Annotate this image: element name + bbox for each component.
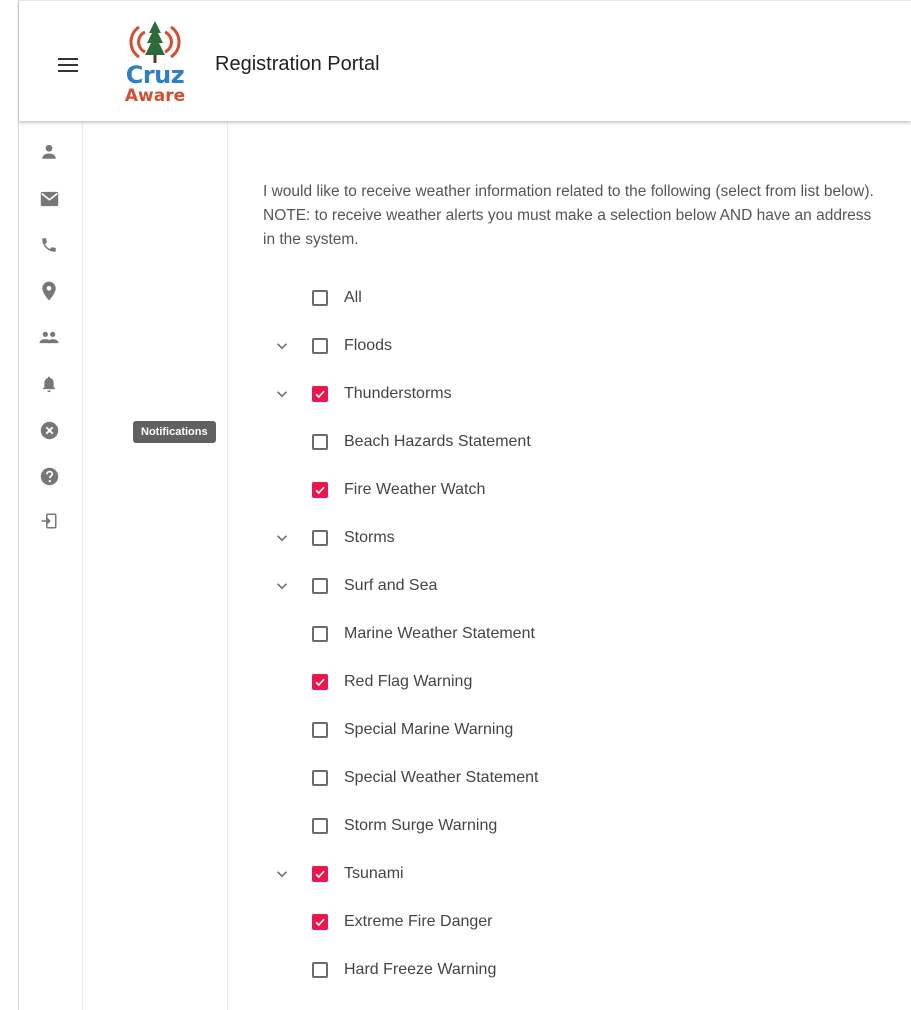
- weather-option[interactable]: Tsunami: [312, 862, 404, 886]
- weather-option-label: Special Weather Statement: [344, 769, 539, 786]
- weather-option[interactable]: Storms: [312, 526, 395, 550]
- weather-option-label: Hard Freeze Warning: [344, 961, 497, 978]
- weather-intro-text: I would like to receive weather informat…: [263, 183, 874, 248]
- check-icon: [315, 486, 325, 495]
- check-icon: [315, 678, 325, 687]
- chevron-down-icon[interactable]: [273, 385, 291, 403]
- mail-icon[interactable]: [36, 186, 62, 212]
- menu-icon[interactable]: [58, 56, 80, 72]
- weather-option-label: Extreme Fire Danger: [344, 913, 493, 930]
- checkbox-unchecked[interactable]: [312, 770, 328, 786]
- cruz-aware-logo: Cruz Aware: [115, 19, 195, 109]
- checkbox-unchecked[interactable]: [312, 722, 328, 738]
- weather-option[interactable]: Red Flag Warning: [312, 670, 472, 694]
- app-frame: Cruz Aware Registration Portal Notificat…: [0, 0, 911, 1010]
- weather-option-label: Floods: [344, 337, 393, 354]
- weather-option[interactable]: Marine Weather Statement: [312, 622, 535, 646]
- weather-option[interactable]: Surf and Sea: [312, 574, 437, 598]
- checkbox-unchecked[interactable]: [312, 818, 328, 834]
- weather-option-label: Fire Weather Watch: [344, 481, 486, 498]
- chevron-down-icon[interactable]: [273, 865, 291, 883]
- checkbox-checked[interactable]: [312, 866, 328, 882]
- logo-text-aware: Aware: [124, 86, 186, 106]
- weather-option[interactable]: Special Marine Warning: [312, 718, 513, 742]
- weather-option[interactable]: All: [312, 286, 362, 310]
- weather-option-label: Thunderstorms: [344, 385, 452, 402]
- weather-option-label: Beach Hazards Statement: [344, 433, 531, 450]
- weather-option-label: Marine Weather Statement: [344, 625, 535, 642]
- notifications-tooltip: Notifications: [133, 421, 216, 443]
- weather-option-label: Storm Surge Warning: [344, 817, 498, 834]
- weather-option[interactable]: Extreme Fire Danger: [312, 910, 493, 934]
- cancel-icon[interactable]: [36, 417, 62, 443]
- weather-option[interactable]: Beach Hazards Statement: [312, 430, 531, 454]
- chevron-down-icon[interactable]: [273, 577, 291, 595]
- checkbox-checked[interactable]: [312, 914, 328, 930]
- weather-option-label: Special Marine Warning: [344, 721, 514, 738]
- checkbox-checked[interactable]: [312, 482, 328, 498]
- weather-option[interactable]: Fire Weather Watch: [312, 478, 485, 502]
- submenu-panel: [83, 122, 228, 1010]
- page-title: Registration Portal: [215, 53, 380, 75]
- weather-option[interactable]: Thunderstorms: [312, 382, 452, 406]
- check-icon: [315, 918, 325, 927]
- checkbox-unchecked[interactable]: [312, 578, 328, 594]
- chevron-down-icon[interactable]: [273, 337, 291, 355]
- bell-icon[interactable]: [36, 371, 62, 397]
- phone-icon[interactable]: [36, 232, 62, 258]
- tree-signal-icon: [129, 21, 181, 63]
- logo-text-cruz: Cruz: [125, 61, 185, 89]
- weather-option[interactable]: Special Weather Statement: [312, 766, 538, 790]
- weather-option-label: All: [344, 289, 362, 306]
- checkbox-checked[interactable]: [312, 674, 328, 690]
- checkbox-checked[interactable]: [312, 386, 328, 402]
- weather-option[interactable]: Floods: [312, 334, 392, 358]
- top-app-bar: Cruz Aware Registration Portal: [19, 0, 911, 121]
- checkbox-unchecked[interactable]: [312, 530, 328, 546]
- logout-icon[interactable]: [36, 508, 62, 534]
- weather-option[interactable]: Storm Surge Warning: [312, 814, 497, 838]
- check-icon: [315, 390, 325, 399]
- checkbox-unchecked[interactable]: [312, 962, 328, 978]
- check-icon: [315, 870, 325, 879]
- chevron-down-icon[interactable]: [273, 529, 291, 547]
- weather-option-label: Storms: [344, 529, 395, 546]
- help-icon[interactable]: [36, 463, 62, 489]
- weather-option-label: Red Flag Warning: [344, 673, 473, 690]
- sidebar: [19, 122, 83, 1010]
- checkbox-unchecked[interactable]: [312, 338, 328, 354]
- weather-option-label: Tsunami: [344, 865, 404, 882]
- checkbox-unchecked[interactable]: [312, 626, 328, 642]
- person-icon[interactable]: [36, 139, 62, 165]
- location-icon[interactable]: [36, 278, 62, 304]
- checkbox-unchecked[interactable]: [312, 434, 328, 450]
- group-icon[interactable]: [36, 325, 62, 351]
- checkbox-unchecked[interactable]: [312, 290, 328, 306]
- weather-option[interactable]: Hard Freeze Warning: [312, 958, 496, 982]
- weather-option-label: Surf and Sea: [344, 577, 438, 594]
